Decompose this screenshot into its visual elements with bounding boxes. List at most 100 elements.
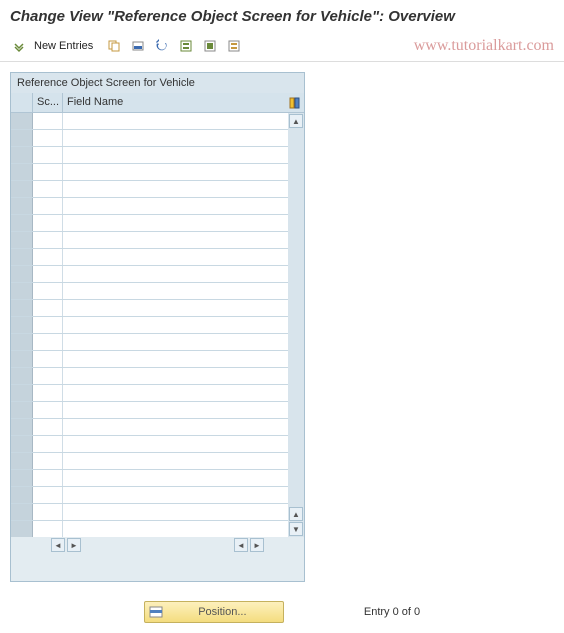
table-row [11,164,288,181]
cell-field-name[interactable] [63,470,288,486]
copy-icon[interactable] [105,37,123,55]
scroll-up-icon[interactable]: ▲ [289,114,303,128]
cell-field-name[interactable] [63,487,288,503]
row-selector[interactable] [11,504,33,520]
cell-field-name[interactable] [63,504,288,520]
cell-sc[interactable] [33,198,63,214]
row-selector[interactable] [11,470,33,486]
new-entries-button[interactable]: New Entries [34,40,93,52]
cell-field-name[interactable] [63,300,288,316]
cell-field-name[interactable] [63,436,288,452]
cell-sc[interactable] [33,419,63,435]
cell-field-name[interactable] [63,130,288,146]
cell-sc[interactable] [33,385,63,401]
cell-sc[interactable] [33,113,63,129]
cell-sc[interactable] [33,351,63,367]
cell-sc[interactable] [33,283,63,299]
cell-sc[interactable] [33,164,63,180]
delete-icon[interactable] [129,37,147,55]
cell-field-name[interactable] [63,283,288,299]
cell-sc[interactable] [33,487,63,503]
cell-sc[interactable] [33,368,63,384]
deselect-all-icon[interactable] [225,37,243,55]
row-selector[interactable] [11,521,33,537]
cell-sc[interactable] [33,232,63,248]
cell-sc[interactable] [33,130,63,146]
cell-sc[interactable] [33,334,63,350]
cell-field-name[interactable] [63,147,288,163]
cell-sc[interactable] [33,181,63,197]
cell-sc[interactable] [33,266,63,282]
row-selector[interactable] [11,147,33,163]
position-button[interactable]: Position... [144,601,284,623]
row-selector[interactable] [11,436,33,452]
row-selector[interactable] [11,317,33,333]
cell-sc[interactable] [33,436,63,452]
page-title: Change View "Reference Object Screen for… [0,0,564,33]
cell-field-name[interactable] [63,453,288,469]
cell-field-name[interactable] [63,385,288,401]
cell-sc[interactable] [33,504,63,520]
cell-field-name[interactable] [63,351,288,367]
cell-field-name[interactable] [63,521,288,537]
row-selector[interactable] [11,385,33,401]
cell-sc[interactable] [33,147,63,163]
scroll-down-bottom-icon[interactable]: ▼ [289,522,303,536]
row-selector[interactable] [11,487,33,503]
cell-field-name[interactable] [63,368,288,384]
scroll-left-icon[interactable]: ► [67,538,81,552]
cell-field-name[interactable] [63,419,288,435]
cell-sc[interactable] [33,249,63,265]
cell-field-name[interactable] [63,249,288,265]
cell-field-name[interactable] [63,232,288,248]
cell-sc[interactable] [33,402,63,418]
cell-field-name[interactable] [63,181,288,197]
position-icon [148,604,164,620]
row-selector[interactable] [11,164,33,180]
select-all-column[interactable] [11,93,33,112]
cell-field-name[interactable] [63,334,288,350]
vertical-scrollbar[interactable]: ▲ ▲ ▼ [288,113,304,537]
scroll-right-icon[interactable]: ◄ [234,538,248,552]
row-selector[interactable] [11,300,33,316]
column-field-name[interactable]: Field Name [63,93,286,112]
row-selector[interactable] [11,419,33,435]
row-selector[interactable] [11,249,33,265]
row-selector[interactable] [11,334,33,350]
select-all-icon[interactable] [177,37,195,55]
cell-sc[interactable] [33,521,63,537]
cell-sc[interactable] [33,300,63,316]
cell-field-name[interactable] [63,198,288,214]
row-selector[interactable] [11,232,33,248]
expand-icon[interactable] [10,37,28,55]
row-selector[interactable] [11,368,33,384]
scroll-left-start-icon[interactable]: ◄ [51,538,65,552]
cell-sc[interactable] [33,317,63,333]
scroll-right-end-icon[interactable]: ► [250,538,264,552]
cell-sc[interactable] [33,215,63,231]
row-selector[interactable] [11,453,33,469]
row-selector[interactable] [11,283,33,299]
row-selector[interactable] [11,351,33,367]
cell-sc[interactable] [33,453,63,469]
column-sc[interactable]: Sc... [33,93,63,112]
horizontal-scrollbar[interactable]: ◄ ► ◄ ► [11,537,304,553]
cell-field-name[interactable] [63,164,288,180]
cell-field-name[interactable] [63,113,288,129]
row-selector[interactable] [11,130,33,146]
row-selector[interactable] [11,215,33,231]
row-selector[interactable] [11,181,33,197]
row-selector[interactable] [11,402,33,418]
cell-field-name[interactable] [63,402,288,418]
cell-field-name[interactable] [63,317,288,333]
select-block-icon[interactable] [201,37,219,55]
undo-icon[interactable] [153,37,171,55]
row-selector[interactable] [11,113,33,129]
table-settings-icon[interactable] [286,93,304,112]
cell-field-name[interactable] [63,266,288,282]
row-selector[interactable] [11,198,33,214]
scroll-down-icon[interactable]: ▲ [289,507,303,521]
cell-field-name[interactable] [63,215,288,231]
cell-sc[interactable] [33,470,63,486]
row-selector[interactable] [11,266,33,282]
